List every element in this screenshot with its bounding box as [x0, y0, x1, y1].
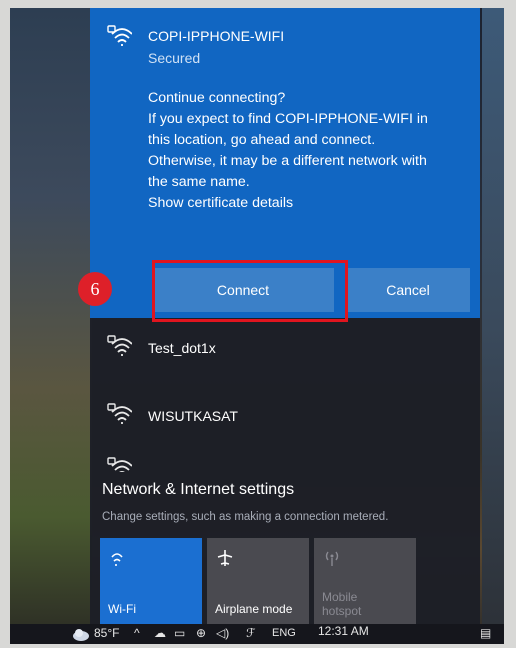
tile-label-line: hotspot	[322, 604, 362, 618]
wifi-toggle-tile[interactable]: Wi-Fi	[100, 538, 202, 624]
weather-temperature[interactable]: 85°F	[94, 626, 119, 640]
screen-photo: COPI-IPPHONE-WIFI Secured Continue conne…	[10, 8, 504, 644]
notification-icon[interactable]: ▤	[480, 626, 491, 640]
tile-label: Airplane mode	[215, 602, 293, 616]
wifi-icon	[111, 553, 123, 566]
network-item-partial[interactable]	[90, 454, 480, 472]
taskbar: 85°F ^ ☁ ▭ ⊕ ◁) ℱ ENG 12:31 AM ▤	[10, 624, 504, 644]
selected-network-status: Secured	[148, 50, 201, 66]
cancel-button[interactable]: Cancel	[346, 268, 470, 312]
weather-cloud-icon[interactable]	[72, 627, 90, 641]
connect-button-highlight	[152, 260, 348, 322]
desktop-background-right	[482, 8, 504, 644]
desktop-background-left	[10, 8, 92, 644]
wifi-tray-icon[interactable]: ℱ	[246, 626, 255, 640]
prompt-line: this location, go ahead and connect.	[148, 132, 376, 148]
step-number-badge: 6	[78, 272, 112, 306]
wifi-secured-icon	[107, 25, 132, 46]
airplane-icon	[217, 550, 233, 566]
prompt-line: Continue connecting?	[148, 90, 286, 106]
tile-label: Wi-Fi	[108, 602, 136, 616]
wifi-secured-icon	[107, 335, 132, 356]
network-settings-link[interactable]: Network & Internet settings	[102, 481, 294, 499]
prompt-line: Otherwise, it may be a different network…	[148, 153, 427, 169]
volume-icon[interactable]: ◁)	[216, 626, 229, 640]
show-certificate-link[interactable]: Show certificate details	[148, 193, 468, 214]
connect-prompt-message: Continue connecting? If you expect to fi…	[148, 88, 468, 214]
wifi-secured-icon	[107, 457, 132, 472]
hotspot-icon	[325, 551, 339, 566]
prompt-line: the same name.	[148, 174, 250, 190]
network-item-wisutkasat[interactable]: WISUTKASAT	[90, 388, 480, 446]
clock-time[interactable]: 12:31 AM	[318, 624, 369, 638]
network-settings-description: Change settings, such as making a connec…	[102, 511, 389, 523]
network-tray-icon[interactable]: ▭	[174, 626, 185, 640]
prompt-line: If you expect to find COPI-IPPHONE-WIFI …	[148, 111, 428, 127]
network-item-test-dot1x[interactable]: Test_dot1x	[90, 320, 480, 378]
tile-label-line: Mobile	[322, 590, 358, 604]
language-indicator[interactable]: ENG	[272, 627, 296, 639]
airplane-mode-tile[interactable]: Airplane mode	[207, 538, 309, 624]
cloud-icon[interactable]: ☁	[154, 626, 166, 640]
chevron-up-icon[interactable]: ^	[134, 626, 140, 640]
tile-label: Mobile hotspot	[322, 590, 361, 618]
network-name: WISUTKASAT	[148, 408, 238, 424]
network-name: Test_dot1x	[148, 340, 216, 356]
wifi-secured-icon	[107, 403, 132, 424]
mobile-hotspot-tile[interactable]: Mobile hotspot	[314, 538, 416, 624]
selected-network-name: COPI-IPPHONE-WIFI	[148, 28, 285, 44]
globe-icon[interactable]: ⊕	[196, 626, 206, 640]
